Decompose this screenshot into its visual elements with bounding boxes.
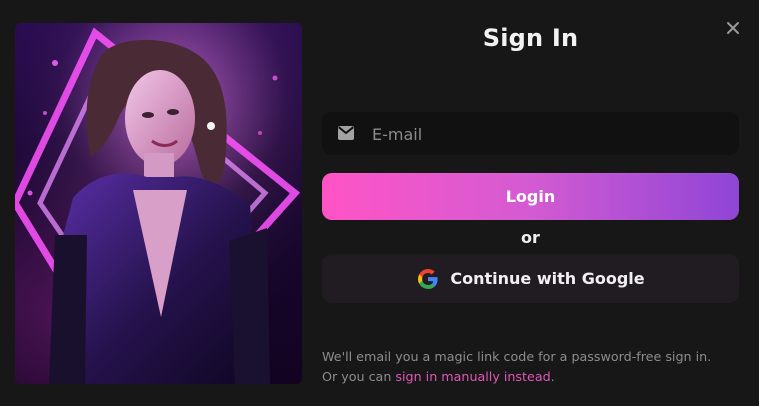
email-input[interactable] — [370, 112, 724, 157]
login-button[interactable]: Login — [322, 173, 739, 220]
google-button-label: Continue with Google — [450, 269, 645, 288]
manual-signin-prefix: Or you can — [322, 369, 392, 384]
continue-with-google-button[interactable]: Continue with Google — [322, 254, 739, 303]
hero-illustration — [15, 23, 302, 384]
magic-link-info: We'll email you a magic link code for a … — [322, 347, 739, 387]
sign-in-modal: Sign In Login or Continue with Google We… — [0, 0, 759, 406]
login-button-label: Login — [505, 187, 556, 206]
manual-signin-row: Or you can sign in manually instead. — [322, 367, 739, 387]
magic-link-text: We'll email you a magic link code for a … — [322, 349, 712, 364]
google-icon — [416, 267, 440, 291]
hero-image — [15, 23, 302, 384]
or-separator: or — [521, 228, 540, 247]
email-field[interactable] — [322, 112, 739, 157]
page-title: Sign In — [482, 24, 579, 52]
mail-icon — [338, 126, 354, 140]
manual-signin-link[interactable]: sign in manually instead — [395, 369, 550, 384]
manual-signin-suffix: . — [550, 369, 555, 384]
